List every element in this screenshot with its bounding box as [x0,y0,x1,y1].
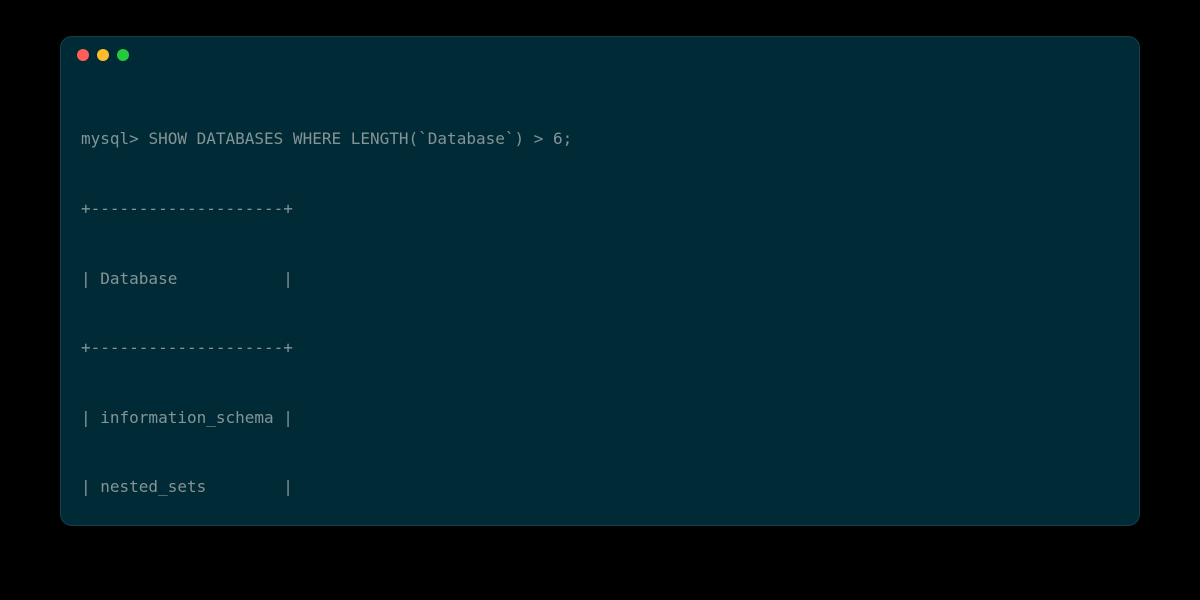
prompt: mysql> [81,129,148,148]
table-header-row: | Database | [81,267,1119,290]
minimize-icon[interactable] [97,49,109,61]
table-row: | nested_sets | [81,475,1119,498]
command-line: mysql> SHOW DATABASES WHERE LENGTH(`Data… [81,127,1119,150]
command-text: SHOW DATABASES WHERE LENGTH(`Database`) … [148,129,572,148]
window-titlebar [61,37,1139,73]
table-row: | information_schema | [81,406,1119,429]
close-icon[interactable] [77,49,89,61]
table-border-mid: +--------------------+ [81,336,1119,359]
table-border-top: +--------------------+ [81,197,1119,220]
terminal-window: mysql> SHOW DATABASES WHERE LENGTH(`Data… [60,36,1140,526]
terminal-output[interactable]: mysql> SHOW DATABASES WHERE LENGTH(`Data… [61,73,1139,526]
maximize-icon[interactable] [117,49,129,61]
